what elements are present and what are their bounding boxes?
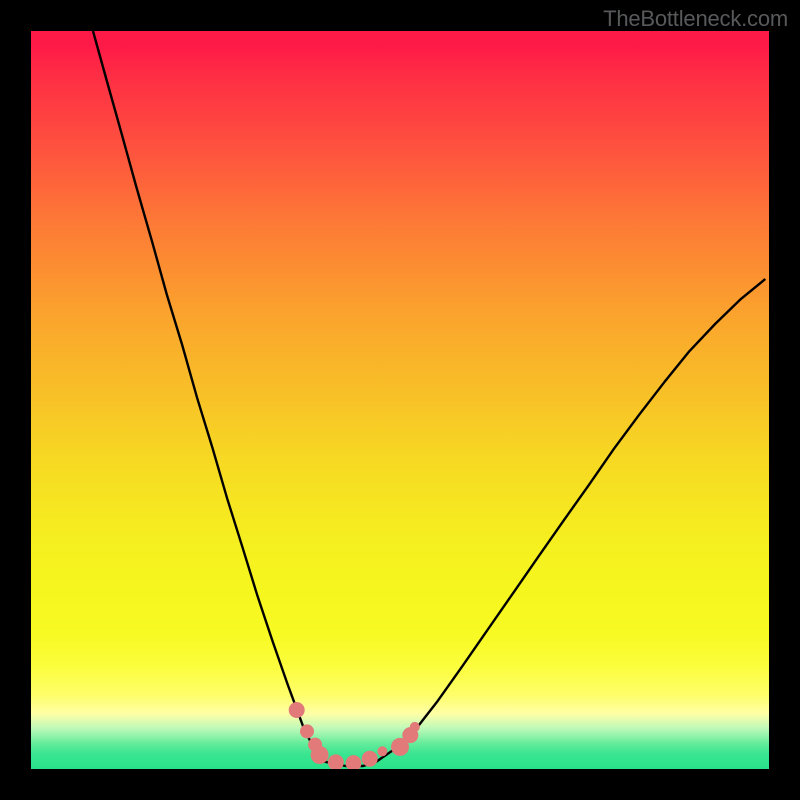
curve-marker-6: [362, 751, 378, 767]
curve-marker-3: [311, 746, 329, 764]
curve-marker-5: [346, 755, 362, 769]
bottleneck-curve: [93, 31, 765, 766]
curve-marker-10: [410, 722, 420, 732]
curve-marker-7: [377, 746, 387, 756]
plot-area: [31, 31, 769, 769]
curve-marker-4: [328, 754, 344, 769]
chart-svg: [31, 31, 769, 769]
curve-right-branch: [345, 279, 765, 766]
curve-left-branch: [93, 31, 345, 766]
curve-marker-1: [300, 724, 314, 738]
watermark-text: TheBottleneck.com: [603, 6, 788, 32]
chart-frame: TheBottleneck.com: [0, 0, 800, 800]
curve-marker-0: [289, 702, 305, 718]
curve-markers: [289, 702, 420, 769]
